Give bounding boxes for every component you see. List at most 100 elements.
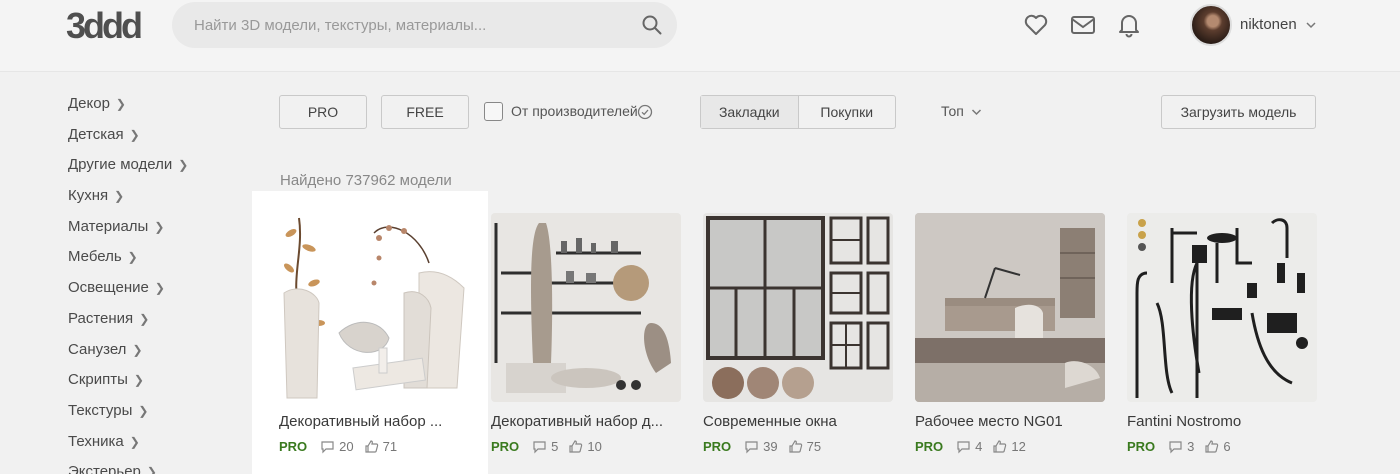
like-count: 6 [1223, 438, 1231, 454]
sidebar-item-kitchen[interactable]: Кухня ❯ [68, 184, 248, 215]
workplace-image [915, 213, 1105, 402]
model-meta: PRO 20 71 [279, 437, 469, 455]
model-meta: PRO 39 75 [703, 437, 893, 455]
user-avatar[interactable] [1190, 4, 1232, 46]
chevron-right-icon: ❯ [132, 342, 143, 357]
like-thumb-icon [789, 439, 802, 453]
sidebar-item-plants[interactable]: Растения ❯ [68, 307, 248, 338]
like-thumb-icon [365, 439, 378, 453]
model-card[interactable]: Рабочее место NG01 PRO 4 12 [915, 213, 1105, 455]
chevron-right-icon: ❯ [129, 127, 140, 142]
comment-count: 5 [551, 438, 559, 454]
sort-dropdown[interactable]: Топ [941, 103, 964, 119]
comment-count: 3 [1187, 438, 1195, 454]
like-count: 10 [587, 438, 602, 454]
sidebar-item-lighting[interactable]: Освещение ❯ [68, 276, 248, 307]
chevron-right-icon: ❯ [178, 158, 189, 173]
decor-set-image [283, 217, 465, 399]
comment-count: 4 [975, 438, 983, 454]
chevron-down-icon[interactable] [1305, 20, 1317, 30]
like-thumb-icon [1205, 439, 1219, 453]
like-count: 75 [806, 438, 822, 454]
sidebar-item-scripts[interactable]: Скрипты ❯ [68, 368, 248, 399]
comment-icon [745, 440, 758, 453]
sidebar-item-furniture[interactable]: Мебель ❯ [68, 245, 248, 276]
model-meta: PRO 5 10 [491, 437, 681, 455]
like-count: 71 [382, 438, 398, 454]
chevron-right-icon: ❯ [139, 311, 150, 326]
model-thumbnail[interactable] [1127, 213, 1317, 402]
model-card[interactable]: Современные окна PRO 39 75 [703, 213, 893, 455]
pro-badge: PRO [915, 438, 944, 454]
chevron-right-icon: ❯ [127, 250, 138, 265]
model-thumbnail[interactable] [279, 213, 469, 402]
model-thumbnail[interactable] [703, 213, 893, 402]
pro-badge: PRO [1127, 438, 1156, 454]
chevron-right-icon: ❯ [146, 465, 157, 474]
pro-badge: PRO [703, 438, 732, 454]
shower-fixtures-image [1135, 218, 1308, 398]
manufacturers-checkbox[interactable] [484, 102, 503, 121]
chevron-right-icon: ❯ [133, 373, 144, 388]
site-header: 3ddd niktonen [0, 0, 1400, 72]
search-input[interactable] [194, 14, 624, 36]
model-title[interactable]: Декоративный набор ... [279, 412, 459, 432]
messages-mail-icon[interactable] [1070, 12, 1096, 38]
pro-badge: PRO [491, 438, 520, 454]
model-card[interactable]: Fantini Nostromo PRO 3 6 [1127, 213, 1317, 455]
sidebar-item-textures[interactable]: Текстуры ❯ [68, 399, 248, 430]
chevron-right-icon: ❯ [154, 219, 165, 234]
model-meta: PRO 3 6 [1127, 437, 1317, 455]
like-thumb-icon [993, 439, 1007, 453]
comment-count: 39 [763, 438, 778, 454]
upload-model-button[interactable]: Загрузить модель [1161, 95, 1316, 129]
site-logo[interactable]: 3ddd [66, 6, 156, 46]
model-title[interactable]: Современные окна [703, 412, 883, 432]
model-title[interactable]: Декоративный набор д... [491, 412, 671, 432]
model-card[interactable]: Декоративный набор ... PRO 20 71 [279, 213, 469, 455]
sidebar-item-decor[interactable]: Декор ❯ [68, 92, 248, 123]
pro-badge: PRO [279, 438, 308, 454]
username[interactable]: niktonen [1240, 16, 1297, 33]
sidebar-item-bathroom[interactable]: Санузел ❯ [68, 338, 248, 369]
comment-count: 20 [339, 438, 354, 454]
purchases-tab[interactable]: Покупки [799, 96, 896, 128]
model-card[interactable]: Декоративный набор д... PRO 5 10 [491, 213, 681, 455]
results-count: Найдено 737962 модели [280, 172, 452, 189]
model-thumbnail[interactable] [915, 213, 1105, 402]
comment-icon [957, 440, 970, 453]
model-title[interactable]: Рабочее место NG01 [915, 412, 1095, 432]
model-meta: PRO 4 12 [915, 437, 1105, 455]
comment-icon [321, 440, 334, 453]
model-thumbnail[interactable] [491, 213, 681, 402]
sidebar-item-materials[interactable]: Материалы ❯ [68, 215, 248, 246]
search-bar [172, 2, 677, 48]
chevron-right-icon: ❯ [115, 97, 126, 111]
bathroom-decor-image [494, 223, 671, 393]
category-sidebar: Декор ❯ Детская ❯ Другие модели ❯ Кухня ❯ Ма… [68, 92, 248, 474]
chevron-right-icon: ❯ [129, 434, 140, 449]
chevron-right-icon: ❯ [114, 189, 125, 204]
library-segmented-control: Закладки Покупки [700, 95, 896, 129]
sidebar-item-exterior[interactable]: Экстерьер ❯ [68, 460, 248, 474]
chevron-down-icon[interactable] [971, 108, 982, 116]
bookmarks-tab[interactable]: Закладки [701, 96, 799, 128]
like-count: 12 [1011, 438, 1026, 454]
favorites-heart-icon[interactable] [1023, 12, 1049, 38]
verified-check-icon [637, 104, 653, 120]
manufacturers-label[interactable]: От производителей [511, 103, 638, 119]
notifications-bell-icon[interactable] [1116, 12, 1142, 38]
filter-pro-button[interactable]: PRO [279, 95, 367, 129]
logo-text: 3ddd [66, 6, 141, 46]
sidebar-item-appliances[interactable]: Техника ❯ [68, 430, 248, 461]
sidebar-item-kids[interactable]: Детская ❯ [68, 123, 248, 154]
model-title[interactable]: Fantini Nostromo [1127, 412, 1307, 432]
chevron-right-icon: ❯ [138, 403, 149, 418]
filter-free-button[interactable]: FREE [381, 95, 469, 129]
chevron-right-icon: ❯ [154, 281, 165, 296]
sidebar-item-other[interactable]: Другие модели ❯ [68, 153, 248, 184]
comment-icon [1169, 440, 1182, 453]
comment-icon [533, 440, 546, 453]
search-icon[interactable] [641, 14, 663, 36]
like-thumb-icon [569, 439, 583, 453]
